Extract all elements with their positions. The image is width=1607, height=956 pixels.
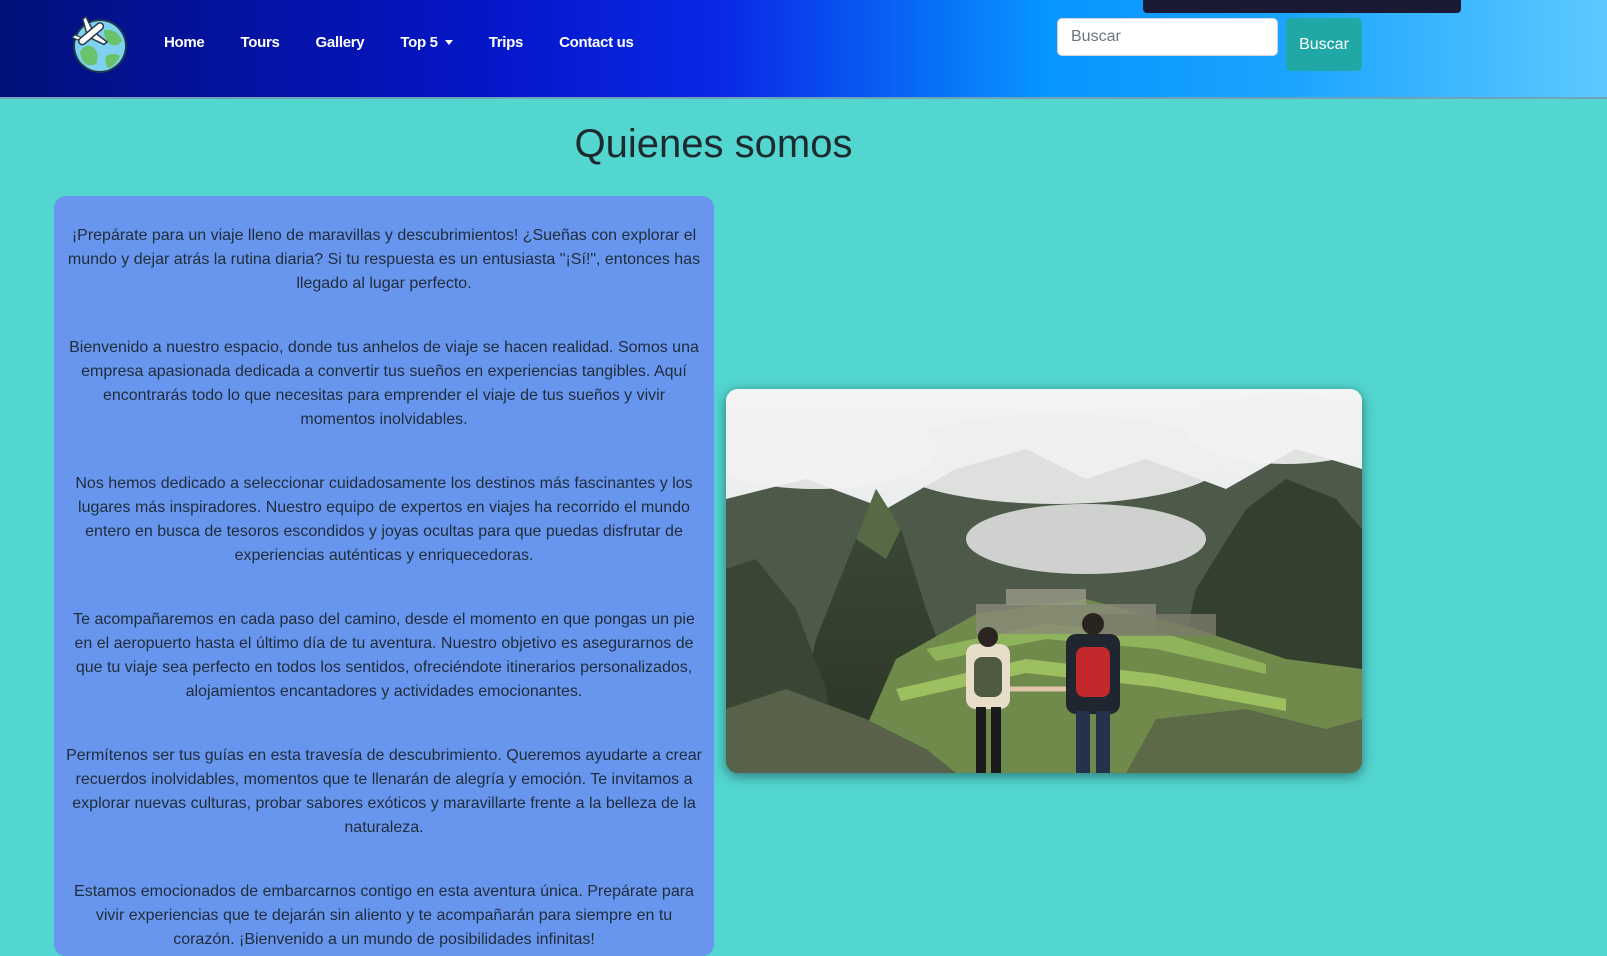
page-title: Quienes somos (574, 122, 853, 166)
nav-gallery[interactable]: Gallery (316, 34, 365, 51)
about-paragraph: Permítenos ser tus guías en esta travesí… (66, 747, 702, 836)
nav-tours[interactable]: Tours (240, 34, 279, 51)
nav-links: Home Tours Gallery Top 5 Trips Contact u… (164, 34, 670, 51)
nav-top5-dropdown[interactable]: Top 5 (400, 34, 453, 51)
dark-strip (1143, 0, 1461, 13)
top-navbar: Home Tours Gallery Top 5 Trips Contact u… (0, 0, 1607, 99)
nav-contact[interactable]: Contact us (559, 34, 634, 51)
about-paragraph: Te acompañaremos en cada paso del camino… (73, 611, 695, 700)
globe-airplane-logo[interactable] (66, 12, 130, 76)
search-button[interactable]: Buscar (1286, 18, 1362, 71)
about-paragraph: Nos hemos dedicado a seleccionar cuidado… (75, 475, 693, 564)
search-input[interactable] (1057, 18, 1278, 56)
nav-trips[interactable]: Trips (489, 34, 524, 51)
nav-top5-label: Top 5 (400, 34, 438, 51)
about-paragraph: ¡Prepárate para un viaje lleno de maravi… (67, 227, 701, 292)
nav-home[interactable]: Home (164, 34, 205, 51)
about-paragraph: Estamos emocionados de embarcarnos conti… (74, 883, 694, 948)
machu-picchu-photo (726, 389, 1362, 773)
caret-down-icon (444, 40, 453, 45)
about-text-card: ¡Prepárate para un viaje lleno de maravi… (54, 196, 714, 956)
about-paragraph: Bienvenido a nuestro espacio, donde tus … (69, 339, 699, 428)
